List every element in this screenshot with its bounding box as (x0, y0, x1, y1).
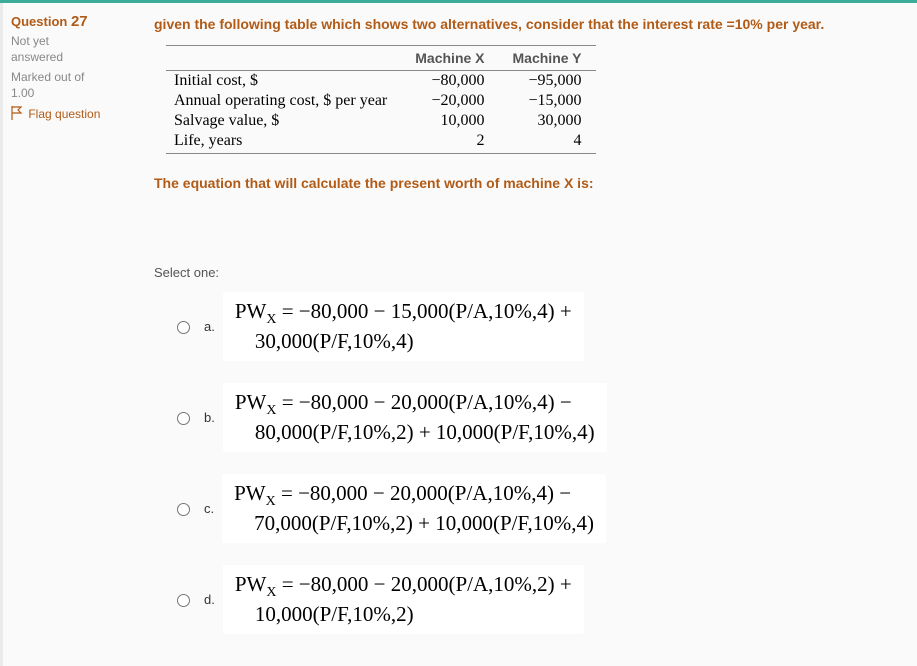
option-d-radio[interactable] (177, 594, 190, 607)
row-label: Initial cost, $ (166, 71, 401, 92)
option-b[interactable]: b. PWX = −80,000 − 20,000(P/A,10%,4) − 8… (172, 383, 890, 452)
status-answered: answered (11, 50, 134, 64)
question-number: Question 27 (11, 13, 134, 30)
option-c[interactable]: c. PWX = −80,000 − 20,000(P/A,10%,4) − 7… (172, 474, 890, 543)
question-number-value: 27 (71, 13, 88, 30)
row-label: Life, years (166, 131, 401, 154)
option-c-equation: PWX = −80,000 − 20,000(P/A,10%,4) − 70,0… (222, 474, 606, 543)
option-d-letter: d. (204, 592, 215, 607)
pw-symbol: PW (235, 390, 267, 414)
row-y: −95,000 (499, 71, 596, 92)
options-wrapper: a. PWX = −80,000 − 15,000(P/A,10%,4) + 3… (172, 292, 890, 634)
pw-symbol: PW (234, 481, 266, 505)
flag-question-text: Flag question (28, 107, 100, 121)
table-row: Life, years 2 4 (166, 131, 596, 154)
eq-part2: 80,000(P/F,10%,2) + 10,000(P/F,10%,4) (235, 420, 595, 444)
table-header-x: Machine X (401, 46, 498, 71)
table-header-row: Machine X Machine Y (166, 46, 596, 71)
pw-symbol: PW (235, 299, 267, 323)
flag-question-link-wrap: Flag question (11, 106, 134, 123)
option-c-radio[interactable] (177, 503, 190, 516)
row-y: −15,000 (499, 91, 596, 111)
eq-part2: 70,000(P/F,10%,2) + 10,000(P/F,10%,4) (234, 511, 594, 535)
pw-subscript: X (266, 494, 276, 509)
option-a-letter: a. (204, 319, 215, 334)
option-b-radio[interactable] (177, 412, 190, 425)
question-label-word: Question (11, 14, 67, 29)
option-b-equation: PWX = −80,000 − 20,000(P/A,10%,4) − 80,0… (223, 383, 607, 452)
eq-part1: = −80,000 − 20,000(P/A,10%,4) − (276, 390, 571, 414)
row-y: 4 (499, 131, 596, 154)
flag-question-link[interactable]: Flag question (11, 107, 100, 121)
option-a[interactable]: a. PWX = −80,000 − 15,000(P/A,10%,4) + 3… (172, 292, 890, 361)
row-label: Annual operating cost, $ per year (166, 91, 401, 111)
flag-icon (11, 106, 23, 123)
question-main: given the following table which shows tw… (146, 3, 906, 666)
option-d[interactable]: d. PWX = −80,000 − 20,000(P/A,10%,2) + 1… (172, 565, 890, 634)
question-sidebar: Question 27 Not yet answered Marked out … (0, 3, 146, 666)
eq-part2: 10,000(P/F,10%,2) (235, 602, 414, 626)
pw-subscript: X (266, 403, 276, 418)
question-stem-ask: The equation that will calculate the pre… (154, 172, 890, 194)
question-stem-intro: given the following table which shows tw… (154, 13, 890, 35)
table-header-blank (166, 46, 401, 71)
status-notyet: Not yet (11, 34, 134, 48)
eq-part1: = −80,000 − 20,000(P/A,10%,4) − (276, 481, 571, 505)
table-header-y: Machine Y (499, 46, 596, 71)
option-b-letter: b. (204, 410, 215, 425)
table-row: Initial cost, $ −80,000 −95,000 (166, 71, 596, 92)
table-row: Salvage value, $ 10,000 30,000 (166, 111, 596, 131)
row-x: 10,000 (401, 111, 498, 131)
row-x: 2 (401, 131, 498, 154)
marked-out-label: Marked out of (11, 70, 134, 84)
option-a-equation: PWX = −80,000 − 15,000(P/A,10%,4) + 30,0… (223, 292, 584, 361)
row-y: 30,000 (499, 111, 596, 131)
pw-symbol: PW (235, 572, 267, 596)
table-row: Annual operating cost, $ per year −20,00… (166, 91, 596, 111)
row-x: −20,000 (401, 91, 498, 111)
pw-subscript: X (266, 585, 276, 600)
eq-part2: 30,000(P/F,10%,4) (235, 329, 414, 353)
row-x: −80,000 (401, 71, 498, 92)
marked-out-value: 1.00 (11, 86, 134, 100)
pw-subscript: X (266, 312, 276, 327)
data-table: Machine X Machine Y Initial cost, $ −80,… (166, 45, 596, 154)
option-a-radio[interactable] (177, 321, 190, 334)
eq-part1: = −80,000 − 20,000(P/A,10%,2) + (276, 572, 571, 596)
row-label: Salvage value, $ (166, 111, 401, 131)
option-d-equation: PWX = −80,000 − 20,000(P/A,10%,2) + 10,0… (223, 565, 584, 634)
option-c-letter: c. (204, 501, 214, 516)
eq-part1: = −80,000 − 15,000(P/A,10%,4) + (276, 299, 571, 323)
select-one-label: Select one: (154, 265, 890, 280)
